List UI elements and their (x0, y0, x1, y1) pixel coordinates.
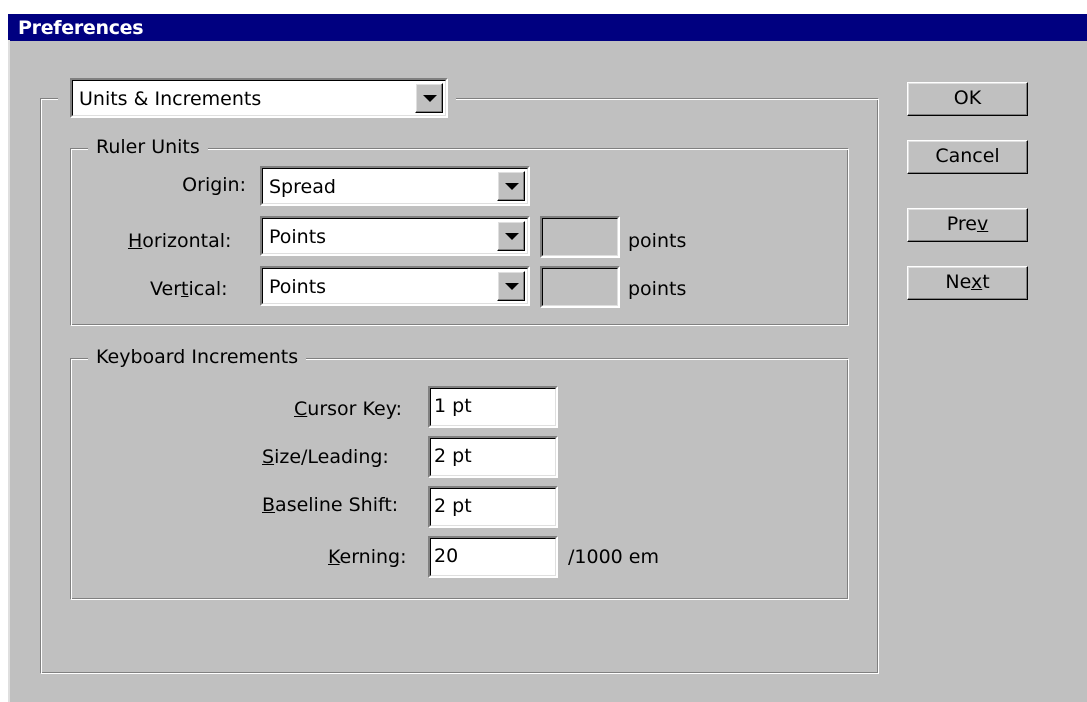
baseline-shift-field-inner: 2 pt (430, 488, 556, 526)
size-leading-field-inner: 2 pt (430, 438, 556, 476)
cursor-key-value: 1 pt (434, 395, 472, 417)
vertical-select-inner: Points (262, 268, 528, 304)
kerning-label-mnemonic: K (328, 546, 340, 568)
origin-select-inner: Spread (262, 168, 528, 204)
window-title: Preferences (18, 17, 144, 39)
horizontal-label-mnemonic: H (128, 230, 143, 252)
baseline-shift-label-mnemonic: B (262, 494, 276, 516)
cursor-key-field[interactable]: 1 pt (428, 386, 558, 428)
origin-select[interactable]: Spread (260, 166, 530, 206)
cursor-key-label-mnemonic: C (294, 398, 308, 420)
panel-select-value: Units & Increments (79, 88, 262, 110)
window-edge (0, 40, 8, 702)
vertical-select-value: Points (269, 276, 327, 298)
next-button-mnemonic: x (970, 271, 983, 293)
kerning-value: 20 (434, 545, 459, 567)
vertical-custom-field[interactable] (540, 266, 620, 308)
title-bar[interactable]: Preferences (0, 0, 1087, 41)
vertical-label: Vertical: (150, 278, 228, 300)
vertical-select[interactable]: Points (260, 266, 530, 306)
horizontal-unit-label: points (628, 230, 687, 252)
chevron-down-icon (505, 183, 519, 190)
keyboard-increments-legend: Keyboard Increments (88, 346, 307, 368)
cursor-key-label: Cursor Key: (294, 398, 402, 420)
origin-select-value: Spread (269, 176, 336, 198)
vertical-label-pre: Ver (150, 278, 182, 300)
next-button-post: t (982, 271, 990, 293)
next-button-pre: Ne (945, 271, 971, 293)
chevron-down-icon (505, 283, 519, 290)
kerning-field[interactable]: 20 (428, 536, 558, 578)
vertical-label-post: ical: (188, 278, 228, 300)
window-edge-shade (8, 40, 10, 702)
panel-select[interactable]: Units & Increments (70, 78, 448, 118)
horizontal-custom-field-inner (542, 218, 618, 256)
ok-button[interactable]: OK (907, 82, 1028, 116)
panel-select-inner: Units & Increments (72, 80, 446, 116)
cancel-button[interactable]: Cancel (907, 140, 1028, 174)
title-bar-fill[interactable]: Preferences (8, 14, 1087, 41)
baseline-shift-value: 2 pt (434, 495, 472, 517)
horizontal-label-post: orizontal: (142, 230, 232, 252)
size-leading-label: Size/Leading: (262, 446, 389, 468)
kerning-unit-label: /1000 em (568, 546, 659, 568)
horizontal-select-inner: Points (262, 218, 528, 254)
horizontal-select-value: Points (269, 226, 327, 248)
vertical-unit-label: points (628, 278, 687, 300)
prev-button[interactable]: Prev (907, 208, 1028, 242)
ruler-units-legend: Ruler Units (88, 136, 208, 158)
size-leading-label-mnemonic: S (262, 446, 275, 468)
kerning-label-post: erning: (339, 546, 407, 568)
baseline-shift-field[interactable]: 2 pt (428, 486, 558, 528)
cursor-key-field-inner: 1 pt (430, 388, 556, 426)
size-leading-label-post: ize/Leading: (274, 446, 389, 468)
chevron-down-icon (505, 233, 519, 240)
origin-dropdown-button[interactable] (497, 171, 525, 201)
prev-button-mnemonic: v (976, 213, 989, 235)
panel-select-dropdown-button[interactable] (415, 83, 443, 113)
origin-label: Origin: (182, 174, 246, 196)
vertical-custom-field-inner (542, 268, 618, 306)
size-leading-value: 2 pt (434, 445, 472, 467)
horizontal-dropdown-button[interactable] (497, 221, 525, 251)
horizontal-select[interactable]: Points (260, 216, 530, 256)
kerning-field-inner: 20 (430, 538, 556, 576)
prev-button-pre: Pre (946, 213, 977, 235)
baseline-shift-label: Baseline Shift: (262, 494, 398, 516)
chevron-down-icon (423, 95, 437, 102)
size-leading-field[interactable]: 2 pt (428, 436, 558, 478)
horizontal-label: Horizontal: (128, 230, 231, 252)
vertical-dropdown-button[interactable] (497, 271, 525, 301)
baseline-shift-label-post: aseline Shift: (275, 494, 399, 516)
cursor-key-label-post: ursor Key: (307, 398, 402, 420)
horizontal-custom-field[interactable] (540, 216, 620, 258)
kerning-label: Kerning: (328, 546, 407, 568)
next-button[interactable]: Next (907, 266, 1028, 300)
